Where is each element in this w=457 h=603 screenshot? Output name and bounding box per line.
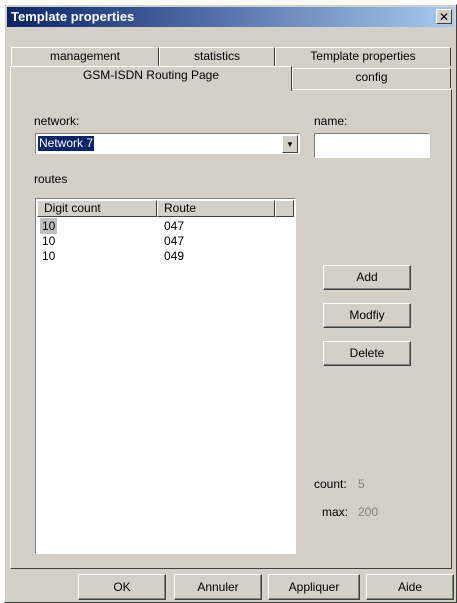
network-select[interactable]: Network 7 ▼ (35, 133, 300, 154)
chevron-down-icon: ▼ (286, 139, 294, 149)
column-header-label: Digit count (44, 201, 101, 215)
tab-label: GSM-ISDN Routing Page (82, 68, 220, 82)
name-label: name: (314, 114, 348, 128)
route-cell: 047 (164, 234, 185, 248)
digit-count-cell: 10 (42, 249, 56, 263)
cancel-button[interactable]: Annuler (174, 574, 262, 600)
modify-button[interactable]: Modfiy (323, 303, 411, 328)
list-header: Digit count Route (37, 200, 294, 217)
column-header-filler (275, 200, 294, 217)
tab-statistics[interactable]: statistics (159, 47, 275, 66)
close-button[interactable]: ✕ (436, 9, 452, 24)
title-bar[interactable]: Template properties ✕ (7, 7, 454, 27)
ok-button[interactable]: OK (78, 574, 166, 600)
tab-label: config (355, 70, 388, 84)
delete-button[interactable]: Delete (323, 341, 411, 366)
route-cell: 049 (164, 249, 185, 263)
help-button[interactable]: Aide (366, 574, 454, 600)
tab-config[interactable]: config (292, 68, 451, 88)
window-title: Template properties (11, 9, 135, 24)
name-field[interactable] (314, 133, 430, 158)
dropdown-button[interactable]: ▼ (282, 135, 298, 153)
route-cell: 047 (164, 219, 185, 233)
tab-label: statistics (193, 49, 240, 63)
column-header-digit-count[interactable]: Digit count (37, 200, 157, 217)
count-label: count: (314, 477, 347, 491)
max-value: 200 (358, 505, 379, 519)
tab-label: Template properties (310, 49, 416, 63)
column-header-route[interactable]: Route (157, 200, 275, 217)
dialog-window: Template properties ✕ management statist… (4, 4, 457, 603)
column-header-label: Route (164, 201, 197, 215)
tab-label: management (49, 49, 121, 63)
close-icon: ✕ (438, 9, 450, 24)
network-label: network: (34, 114, 80, 128)
count-value: 5 (358, 477, 365, 491)
tab-panel: network: Network 7 ▼ name: routes Digit … (10, 89, 452, 569)
max-label: max: (322, 505, 349, 519)
apply-button[interactable]: Appliquer (268, 574, 360, 600)
digit-count-cell: 10 (40, 218, 58, 234)
routes-label: routes (34, 172, 68, 186)
network-selected-value: Network 7 (38, 136, 95, 151)
routes-list[interactable]: Digit count Route 10 047 10 047 10 049 (35, 198, 296, 554)
digit-count-cell: 10 (42, 234, 56, 248)
tab-management[interactable]: management (11, 47, 159, 66)
tab-gsm-isdn-routing[interactable]: GSM-ISDN Routing Page (10, 66, 292, 91)
add-button[interactable]: Add (323, 265, 411, 290)
tab-template-properties[interactable]: Template properties (275, 47, 451, 66)
